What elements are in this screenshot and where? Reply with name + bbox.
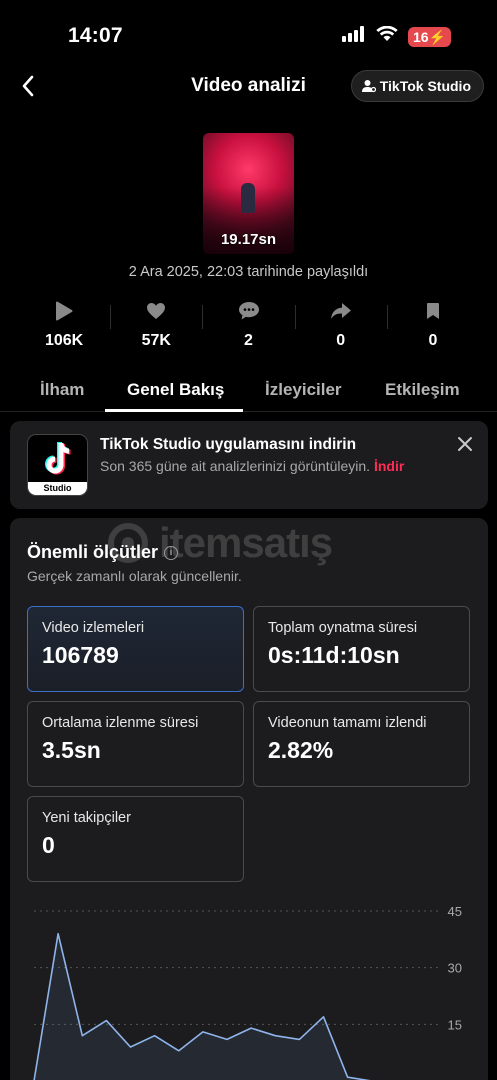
chart-tick-label: 30 bbox=[448, 961, 462, 976]
key-metrics-card: itemsatış Önemli ölçütler i Gerçek zaman… bbox=[10, 518, 488, 1080]
tab-bar: İlham Genel Bakış İzleyiciler Etkileşim bbox=[0, 372, 497, 412]
metric-video-views[interactable]: Video izlemeleri 106789 bbox=[27, 606, 244, 692]
status-bar: 14:07 16⚡ bbox=[0, 0, 497, 60]
stat-value: 57K bbox=[141, 332, 171, 349]
metric-value: 0 bbox=[42, 832, 55, 858]
tab-izleyiciler[interactable]: İzleyiciler bbox=[265, 380, 342, 400]
nav-bar: Video analizi TikTok Studio bbox=[0, 68, 497, 104]
chart-area bbox=[34, 933, 366, 1080]
stat-comments: 2 bbox=[202, 297, 294, 357]
watermark-text: itemsatış bbox=[159, 519, 333, 566]
stat-value: 0 bbox=[428, 332, 438, 349]
metric-average-watch-time[interactable]: Ortalama izlenme süresi 3.5sn bbox=[27, 701, 244, 787]
banner-title: TikTok Studio uygulamasını indirin bbox=[100, 436, 357, 453]
download-link[interactable]: İndir bbox=[374, 458, 404, 474]
tab-genel-bakis[interactable]: Genel Bakış bbox=[127, 380, 224, 400]
tiktok-studio-logo-icon: Studio bbox=[27, 434, 88, 496]
metric-full-video-watched[interactable]: Videonun tamamı izlendi 2.82% bbox=[253, 701, 470, 787]
metric-label: Toplam oynatma süresi bbox=[268, 620, 418, 636]
stat-value: 106K bbox=[44, 332, 84, 349]
video-duration: 19.17sn bbox=[220, 231, 277, 248]
tiktok-studio-button[interactable]: TikTok Studio bbox=[350, 70, 484, 102]
stat-value: 0 bbox=[336, 332, 346, 349]
stat-likes: 57K bbox=[110, 297, 202, 357]
views-chart[interactable]: 45 30 15 bbox=[10, 896, 488, 1080]
status-icons: 16⚡ bbox=[341, 25, 451, 47]
metric-label: Ortalama izlenme süresi bbox=[42, 715, 199, 731]
heart-icon bbox=[146, 297, 166, 325]
share-icon bbox=[330, 297, 352, 325]
chart-tick-label: 45 bbox=[448, 904, 462, 919]
section-title-text: Önemli ölçütler bbox=[27, 542, 159, 562]
metric-total-watch-time[interactable]: Toplam oynatma süresi 0s:11d:10sn bbox=[253, 606, 470, 692]
metric-value: 0s:11d:10sn bbox=[268, 642, 400, 668]
section-subtitle: Gerçek zamanlı olarak güncellenir. bbox=[27, 568, 242, 584]
wifi-icon bbox=[376, 25, 398, 47]
logo-studio-label: Studio bbox=[28, 482, 87, 495]
battery-level: 16 bbox=[412, 28, 429, 45]
thumbnail-performer bbox=[241, 183, 255, 213]
shared-date: 2 Ara 2025, 22:03 tarihinde paylaşıldı bbox=[128, 264, 369, 280]
engagement-stats: 106K 57K 2 0 0 bbox=[18, 297, 479, 357]
cellular-signal-icon bbox=[341, 26, 366, 47]
user-gear-icon bbox=[361, 80, 376, 93]
stat-saves: 0 bbox=[386, 297, 479, 357]
metric-value: 2.82% bbox=[268, 737, 334, 763]
metric-label: Yeni takipçiler bbox=[42, 810, 131, 826]
tab-etkilesim[interactable]: Etkileşim bbox=[385, 380, 460, 400]
metric-value: 106789 bbox=[42, 642, 119, 668]
charging-bolt-icon: ⚡ bbox=[428, 28, 446, 45]
tab-ilham[interactable]: İlham bbox=[40, 380, 84, 400]
active-tab-indicator bbox=[105, 409, 243, 412]
metric-value: 3.5sn bbox=[42, 737, 101, 763]
info-icon[interactable]: i bbox=[164, 545, 179, 560]
status-time: 14:07 bbox=[68, 24, 123, 47]
banner-subtitle: Son 365 güne ait analizlerinizi görüntül… bbox=[100, 458, 404, 474]
stat-value: 2 bbox=[244, 332, 253, 349]
section-title: Önemli ölçütler i bbox=[27, 542, 179, 563]
stat-views: 106K bbox=[18, 297, 110, 357]
metric-label: Videonun tamamı izlendi bbox=[268, 715, 427, 731]
comment-icon bbox=[238, 297, 260, 325]
stat-shares: 0 bbox=[294, 297, 387, 357]
close-banner-button[interactable] bbox=[456, 435, 474, 453]
close-icon bbox=[458, 437, 472, 451]
metric-label: Video izlemeleri bbox=[42, 620, 145, 636]
metric-new-followers[interactable]: Yeni takipçiler 0 bbox=[27, 796, 244, 882]
battery-indicator: 16⚡ bbox=[407, 26, 451, 47]
play-icon bbox=[55, 297, 73, 325]
chart-tick-label: 15 bbox=[448, 1017, 462, 1032]
tiktok-studio-label: TikTok Studio bbox=[379, 78, 471, 94]
video-thumbnail[interactable]: 19.17sn bbox=[203, 133, 294, 254]
studio-download-banner: Studio TikTok Studio uygulamasını indiri… bbox=[10, 421, 488, 509]
banner-subtitle-text: Son 365 güne ait analizlerinizi görüntül… bbox=[100, 458, 371, 474]
bookmark-icon bbox=[426, 297, 440, 325]
